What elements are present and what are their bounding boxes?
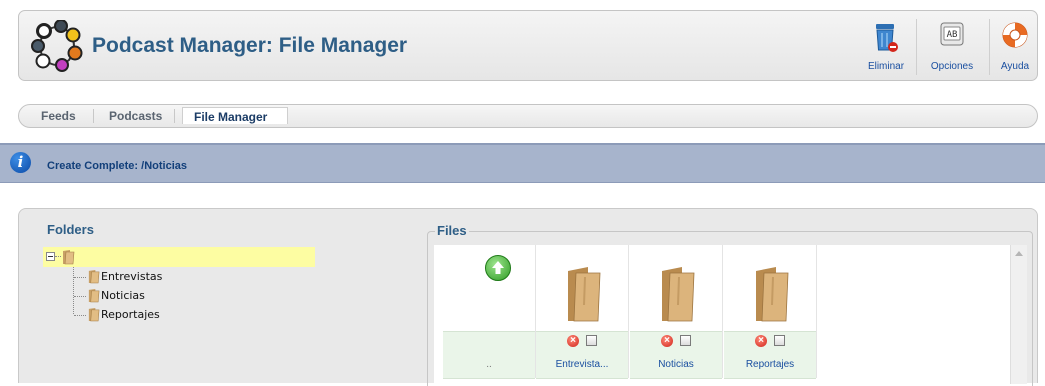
folder-icon <box>88 289 100 303</box>
collapse-icon[interactable] <box>46 252 55 261</box>
logo-icon <box>31 20 83 72</box>
folder-label: Reportajes <box>101 308 160 321</box>
toolbar-divider <box>989 19 990 75</box>
trash-icon <box>876 24 898 52</box>
folder-label: Entrevistas <box>101 270 163 283</box>
delete-icon[interactable]: × <box>755 335 767 347</box>
help-button[interactable]: Ayuda <box>995 15 1035 75</box>
toolbar-divider <box>916 19 917 75</box>
file-actions: × <box>630 331 722 352</box>
files-grid: .. × Entrevista... × Noticias × Reportaj… <box>434 245 1027 384</box>
file-manager-panel: Folders Entrevistas Noticias Reportajes … <box>18 208 1038 386</box>
files-heading: Files <box>435 223 469 238</box>
file-item-noticias[interactable]: × Noticias <box>630 245 723 379</box>
notice-text: Create Complete: /Noticias <box>47 160 187 172</box>
up-directory-cell[interactable]: .. <box>443 245 536 379</box>
folder-icon <box>88 270 100 284</box>
up-arrow-icon[interactable] <box>485 255 511 281</box>
tab-bar: Feeds Podcasts File Manager <box>18 104 1038 128</box>
file-name[interactable]: Reportajes <box>724 351 816 379</box>
app-header: Podcast Manager: File Manager Eliminar A… <box>18 10 1038 81</box>
delete-icon[interactable]: × <box>661 335 673 347</box>
help-label: Ayuda <box>1000 61 1030 72</box>
file-actions: × <box>536 331 628 352</box>
folder-icon <box>662 267 695 322</box>
delete-label: Eliminar <box>867 61 905 72</box>
vertical-scrollbar[interactable] <box>1010 245 1027 384</box>
scroll-up-arrow-icon[interactable] <box>1015 251 1023 256</box>
select-checkbox[interactable] <box>586 335 597 346</box>
svg-text:AB: AB <box>947 30 958 40</box>
tab-file-manager-label: File Manager <box>194 110 268 124</box>
folder-icon <box>63 250 75 265</box>
delete-button[interactable]: Eliminar <box>864 15 908 75</box>
select-checkbox[interactable] <box>680 335 691 346</box>
folder-icon <box>568 267 601 322</box>
options-icon: AB <box>940 22 964 46</box>
tab-divider <box>174 109 175 123</box>
delete-icon[interactable]: × <box>567 335 579 347</box>
up-directory-label[interactable]: .. <box>443 351 535 379</box>
folder-tree-root[interactable] <box>43 247 315 267</box>
options-label: Opciones <box>930 61 974 72</box>
tab-podcasts[interactable]: Podcasts <box>109 109 162 123</box>
file-actions: × <box>724 331 816 352</box>
tab-feeds[interactable]: Feeds <box>41 109 76 123</box>
folder-icon <box>88 308 100 322</box>
tree-connector <box>74 315 86 316</box>
file-item-reportajes[interactable]: × Reportajes <box>724 245 817 379</box>
options-button[interactable]: AB Opciones <box>924 15 980 75</box>
tab-file-manager[interactable]: File Manager <box>182 107 288 124</box>
tree-connector <box>73 267 74 314</box>
tree-connector <box>74 277 86 278</box>
select-checkbox[interactable] <box>774 335 785 346</box>
page-title: Podcast Manager: File Manager <box>92 34 408 57</box>
tab-divider <box>93 109 94 123</box>
lifebuoy-icon <box>1002 22 1028 48</box>
notice-bar: i Create Complete: /Noticias <box>0 143 1045 183</box>
up-actions <box>443 331 535 352</box>
info-icon: i <box>10 152 31 173</box>
tree-connector <box>74 296 86 297</box>
file-name[interactable]: Noticias <box>630 351 722 379</box>
folder-label: Noticias <box>101 289 145 302</box>
folders-heading: Folders <box>47 222 94 237</box>
folder-icon <box>756 267 789 322</box>
file-item-entrevistas[interactable]: × Entrevista... <box>536 245 629 379</box>
file-name[interactable]: Entrevista... <box>536 351 628 379</box>
